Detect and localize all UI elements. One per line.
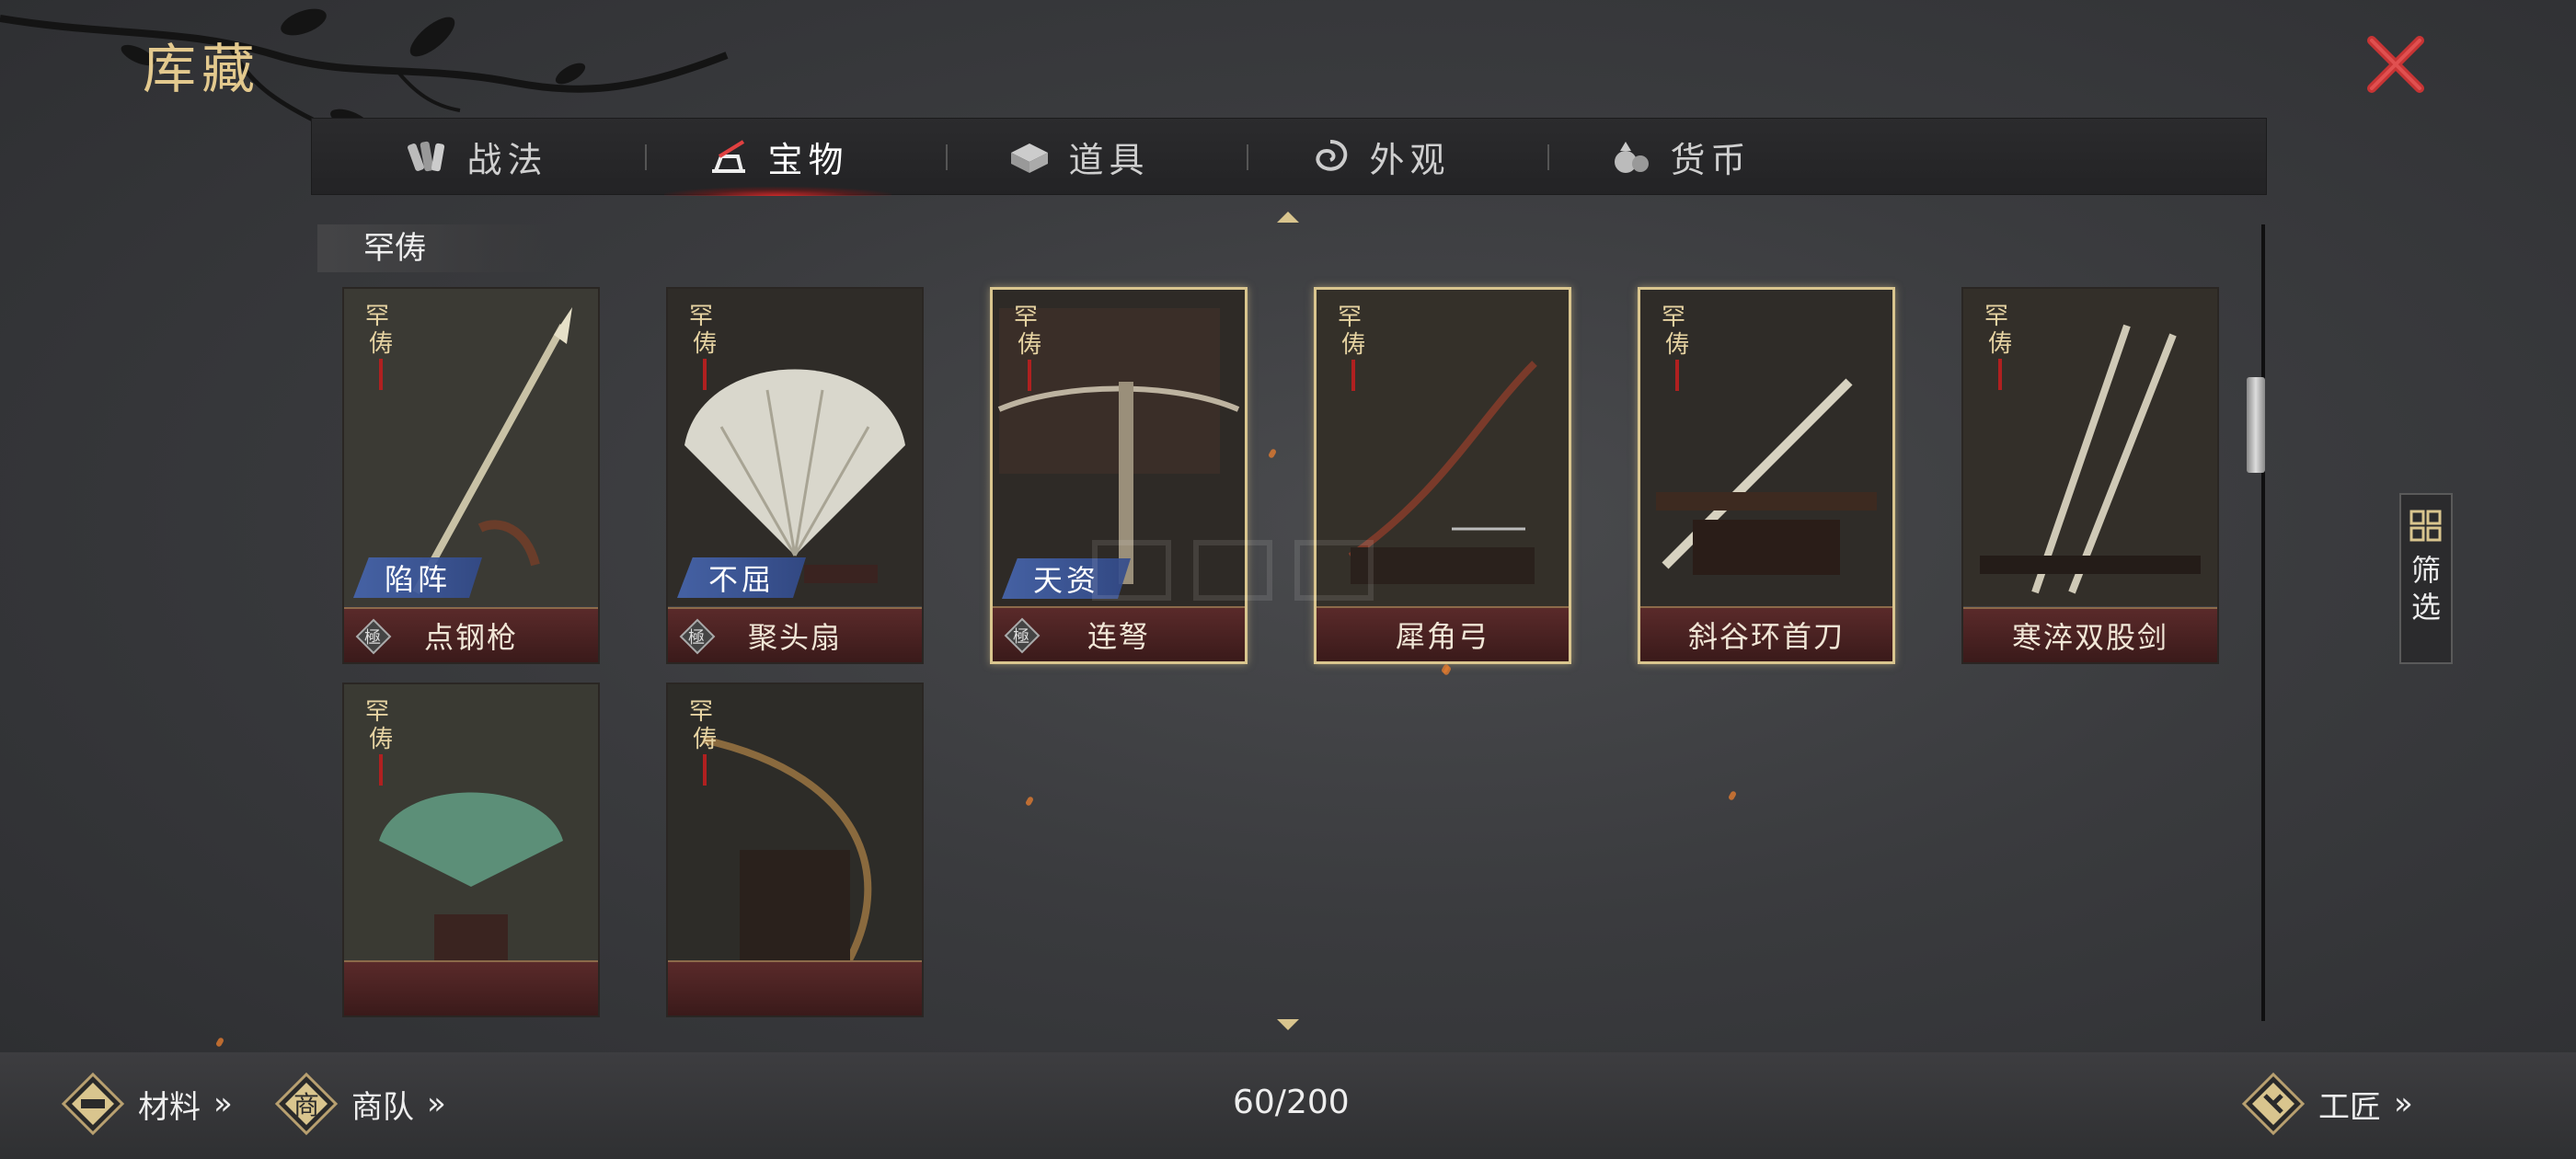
trait-badge: 陷阵 bbox=[353, 557, 482, 598]
rarity-tag: 罕俦 bbox=[1969, 298, 2024, 399]
ember bbox=[1024, 796, 1035, 807]
close-icon[interactable] bbox=[2363, 31, 2429, 98]
grade-icon: 極 bbox=[1004, 617, 1041, 654]
scrollbar-thumb[interactable] bbox=[2247, 377, 2265, 473]
swirl-icon bbox=[1316, 140, 1348, 171]
grade-icon: 極 bbox=[679, 618, 716, 655]
caravan-icon: 商 bbox=[274, 1072, 339, 1136]
svg-text:俦: 俦 bbox=[1665, 331, 1689, 359]
box-icon bbox=[1011, 143, 1049, 173]
rarity-tag: 罕俦 bbox=[1646, 299, 1701, 400]
ember bbox=[214, 1037, 225, 1048]
caravan-label: 商队 bbox=[351, 1088, 414, 1126]
scroll-up-icon[interactable] bbox=[1275, 208, 1301, 224]
svg-text:罕: 罕 bbox=[1662, 304, 1685, 331]
treasure-card[interactable]: 罕俦不屈極 聚头扇 bbox=[666, 287, 924, 664]
svg-text:俦: 俦 bbox=[1341, 331, 1365, 359]
rarity-tag: 罕俦 bbox=[350, 694, 405, 795]
ember bbox=[1727, 790, 1738, 801]
treasure-card[interactable]: 罕俦 bbox=[666, 683, 924, 1017]
treasure-card[interactable]: 罕俦 bbox=[342, 683, 600, 1017]
scrollbar-track[interactable] bbox=[2261, 224, 2265, 1021]
rarity-tag: 罕俦 bbox=[673, 694, 729, 795]
treasure-stand-icon bbox=[712, 140, 746, 173]
tab-currency[interactable]: 货币 bbox=[1530, 119, 1831, 194]
tab-treasures[interactable]: 宝物 bbox=[627, 119, 928, 196]
svg-text:罕: 罕 bbox=[1984, 303, 2008, 330]
svg-text:罕: 罕 bbox=[1014, 304, 1038, 331]
tab-tactics[interactable]: 战法 bbox=[327, 119, 627, 194]
rarity-tag: 罕俦 bbox=[1322, 299, 1377, 400]
filter-label-2: 选 bbox=[2410, 590, 2441, 625]
card-name-bar bbox=[668, 960, 922, 1016]
treasure-card[interactable]: 罕俦陷阵極 点钢枪 bbox=[342, 287, 600, 664]
card-name: 寒淬双股剑 bbox=[2011, 620, 2168, 655]
svg-text:罕: 罕 bbox=[1338, 304, 1362, 331]
card-name-bar bbox=[344, 960, 598, 1016]
chevron-right-icon: » bbox=[427, 1085, 446, 1122]
category-tab-bar: 战法 宝物 道具 外观 货币 bbox=[311, 118, 2267, 196]
filter-button[interactable]: 筛 选 bbox=[2399, 493, 2453, 664]
scroll-bundle-icon bbox=[408, 141, 445, 172]
svg-text:俦: 俦 bbox=[369, 330, 393, 358]
card-name-bar: 極 点钢枪 bbox=[344, 607, 598, 662]
svg-text:罕: 罕 bbox=[689, 698, 713, 726]
svg-text:俦: 俦 bbox=[1988, 330, 2012, 358]
svg-text:極: 極 bbox=[1013, 627, 1031, 647]
materials-icon bbox=[61, 1072, 125, 1136]
tab-appearance[interactable]: 外观 bbox=[1229, 119, 1530, 194]
rarity-tag: 罕俦 bbox=[998, 299, 1053, 400]
card-name-bar: 斜谷环首刀 bbox=[1640, 606, 1892, 661]
chevron-right-icon: » bbox=[2394, 1085, 2413, 1122]
card-name-bar: 寒淬双股剑 bbox=[1963, 607, 2217, 662]
tab-items-label: 道具 bbox=[1068, 139, 1150, 180]
svg-text:俦: 俦 bbox=[693, 726, 717, 753]
rarity-tag: 罕俦 bbox=[673, 298, 729, 399]
craftsman-icon bbox=[2241, 1072, 2306, 1136]
svg-text:極: 極 bbox=[688, 628, 707, 648]
svg-text:俦: 俦 bbox=[1018, 331, 1041, 359]
svg-text:俦: 俦 bbox=[369, 726, 393, 753]
svg-text:罕: 罕 bbox=[365, 303, 389, 330]
card-name: 聚头扇 bbox=[747, 620, 842, 655]
page-title: 库藏 bbox=[143, 38, 261, 100]
grade-icon: 極 bbox=[355, 618, 392, 655]
craftsman-label: 工匠 bbox=[2318, 1088, 2381, 1126]
tab-treasures-label: 宝物 bbox=[767, 139, 849, 180]
trait-badge: 不屈 bbox=[677, 557, 806, 598]
treasure-card[interactable]: 罕俦斜谷环首刀 bbox=[1638, 287, 1895, 664]
svg-text:罕: 罕 bbox=[365, 698, 389, 726]
svg-text:極: 極 bbox=[364, 628, 383, 648]
chevron-right-icon: » bbox=[213, 1085, 233, 1122]
svg-text:俦: 俦 bbox=[693, 330, 717, 358]
treasure-card[interactable]: 罕俦寒淬双股剑 bbox=[1961, 287, 2219, 664]
caravan-link[interactable]: 商 商队 » bbox=[274, 1065, 446, 1142]
page-count: 60/200 bbox=[1233, 1084, 1350, 1121]
tab-items[interactable]: 道具 bbox=[928, 119, 1229, 194]
watermark-logo bbox=[1092, 540, 1374, 601]
money-bag-icon bbox=[1615, 142, 1650, 173]
caravan-glyph: 商 bbox=[293, 1090, 319, 1120]
card-name: 斜谷环首刀 bbox=[1687, 619, 1845, 654]
craftsman-link[interactable]: 工匠 » bbox=[2241, 1065, 2413, 1142]
tab-currency-label: 货币 bbox=[1670, 139, 1752, 180]
rarity-tag: 罕俦 bbox=[350, 298, 405, 399]
materials-label: 材料 bbox=[138, 1088, 201, 1126]
rarity-section-header: 罕俦 bbox=[317, 224, 557, 272]
materials-link[interactable]: 材料 » bbox=[61, 1065, 233, 1142]
filter-label-1: 筛 bbox=[2410, 553, 2441, 588]
tab-tactics-label: 战法 bbox=[466, 139, 548, 180]
card-name: 点钢枪 bbox=[423, 620, 518, 655]
ember bbox=[1267, 448, 1278, 459]
grid-icon bbox=[2409, 510, 2442, 542]
scroll-down-icon[interactable] bbox=[1275, 1017, 1301, 1034]
svg-text:罕: 罕 bbox=[689, 303, 713, 330]
card-name-bar: 極 聚头扇 bbox=[668, 607, 922, 662]
tab-appearance-label: 外观 bbox=[1369, 139, 1451, 180]
